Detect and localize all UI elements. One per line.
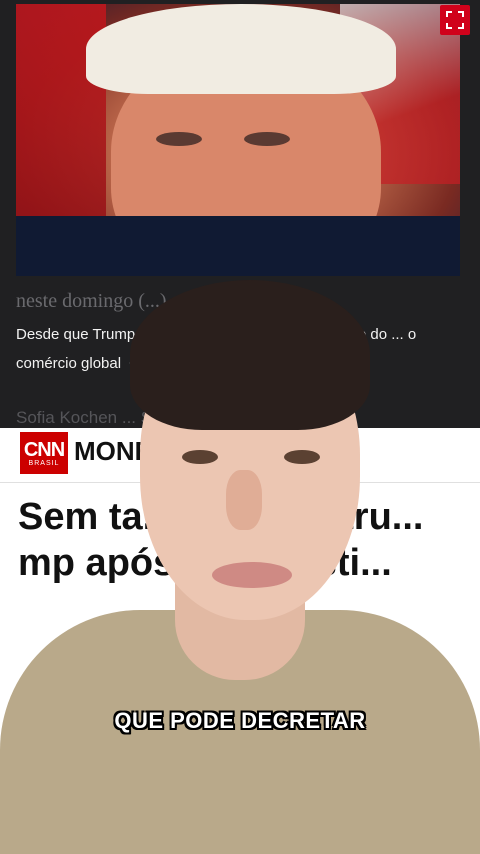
section-title: MONE — [74, 436, 152, 466]
article-headline: Sem ta... erão destru... mp após de... J… — [18, 496, 424, 584]
article-body-partial: neste domingo (...) escreveu ainda — [16, 290, 290, 312]
caption-text: Desde que Trump 2.0 ... prioridade da ad… — [16, 326, 417, 372]
caption-source: • REUTER — [129, 355, 201, 372]
video-subtitle: QUE PODE DECRETAR — [0, 708, 480, 734]
fullscreen-button[interactable] — [440, 5, 470, 35]
cnn-logo-text: CNN — [23, 438, 65, 461]
photo-caption: Desde que Trump 2.0 ... prioridade da ad… — [16, 320, 456, 378]
cnn-logo-subtext: BRASIL — [28, 459, 60, 467]
author-line-partial: Sofia Kochen ... São — [16, 408, 171, 427]
header-divider — [0, 482, 480, 483]
expand-icon — [446, 11, 464, 29]
cnn-brasil-logo: CNN BRASIL — [20, 432, 68, 474]
article-screenshot-top: neste domingo (...) escreveu ainda Desde… — [0, 0, 480, 428]
article-photo — [16, 4, 460, 276]
subtitle-text: QUE PODE DECRETAR — [114, 708, 366, 733]
cnn-article-screenshot: CNN BRASIL MONE Sem ta... erão destru...… — [0, 428, 480, 854]
